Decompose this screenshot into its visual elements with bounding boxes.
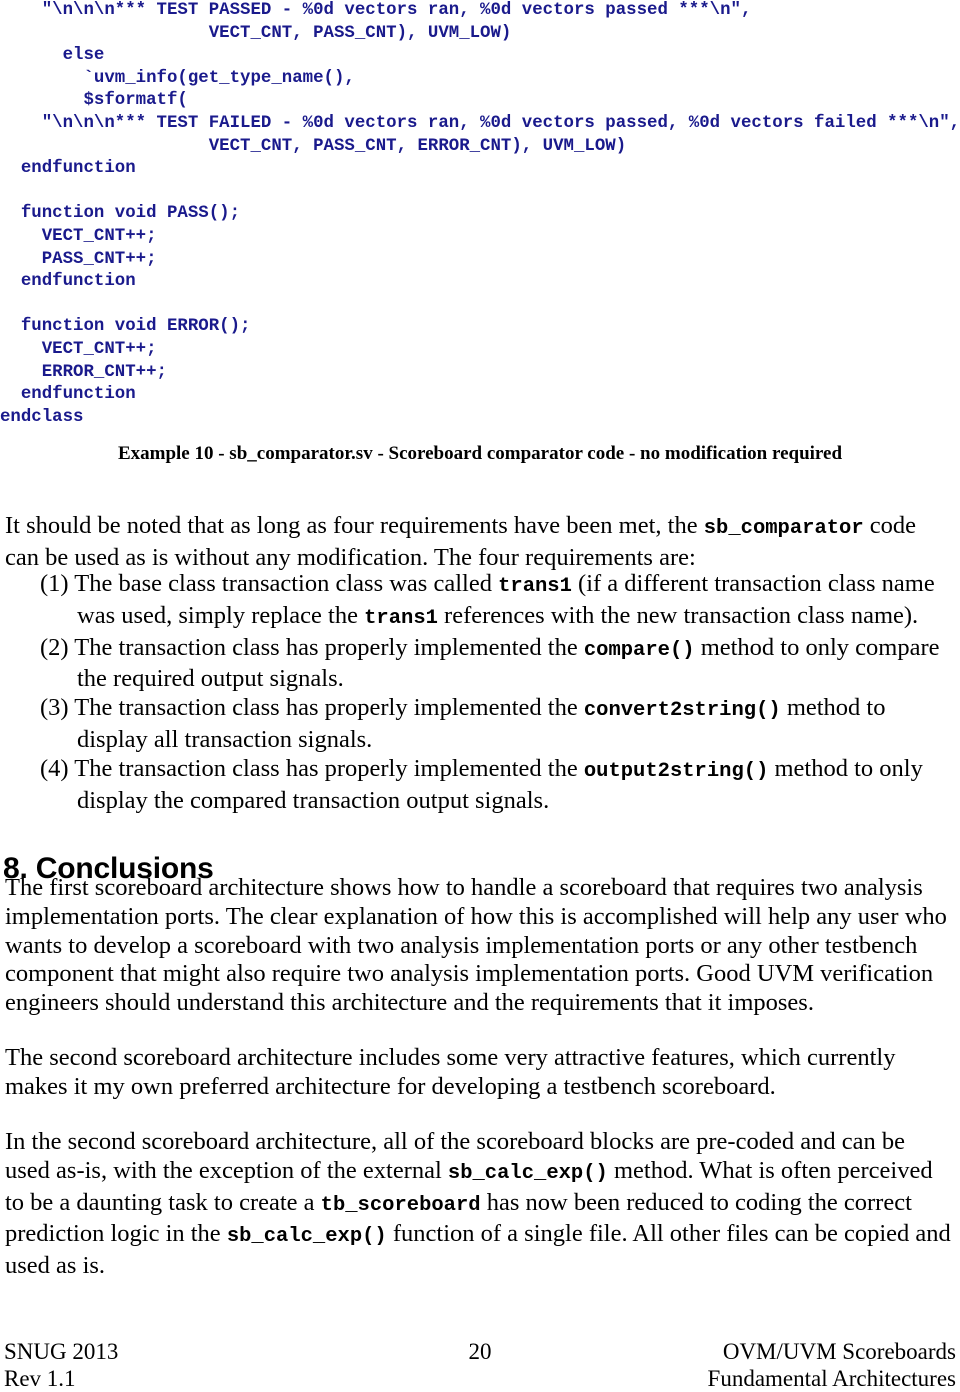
footer-title: OVM/UVM Scoreboards: [722, 1339, 956, 1364]
inline-code-tb-scoreboard: tb_scoreboard: [320, 1193, 481, 1217]
footer-subtitle: Fundamental Architectures: [707, 1366, 956, 1391]
inline-code-trans1-b: trans1: [364, 606, 438, 630]
document-page: "\n\n\n*** TEST PASSED - %0d vectors ran…: [0, 0, 960, 1392]
code-line: VECT_CNT++;: [0, 339, 157, 359]
conclusions-paragraph-1: The first scoreboard architecture shows …: [5, 874, 947, 1017]
requirement-marker-3: (3): [40, 694, 69, 722]
intro-paragraph: It should be noted that as long as four …: [5, 512, 955, 573]
requirement-item-2: (2) The transaction class has properly i…: [40, 634, 955, 695]
inline-code-sb-calc-exp-a: sb_calc_exp(): [447, 1161, 608, 1185]
code-line: endclass: [0, 407, 84, 427]
requirement-marker-1: (1): [40, 570, 69, 597]
code-line: function void ERROR();: [0, 317, 251, 337]
figure-caption: Example 10 - sb_comparator.sv - Scoreboa…: [117, 443, 843, 464]
code-line: else: [0, 46, 105, 66]
inline-code-compare: compare(): [583, 638, 695, 662]
inline-code-convert2string: convert2string(): [583, 699, 781, 723]
footer-right: OVM/UVM Scoreboards Fundamental Architec…: [708, 1338, 956, 1392]
requirement-text-1a: The base class transaction class was cal…: [68, 570, 499, 597]
requirement-item-3: (3) The transaction class has properly i…: [40, 694, 955, 755]
code-line: endfunction: [0, 385, 136, 405]
inline-code-sb-comparator: sb_comparator: [703, 517, 864, 540]
requirement-marker-4: (4): [40, 754, 69, 782]
code-line: ERROR_CNT++;: [0, 362, 167, 382]
inline-code-output2string: output2string(): [583, 759, 769, 783]
code-line: endfunction: [0, 159, 136, 179]
code-line: VECT_CNT, PASS_CNT, ERROR_CNT), UVM_LOW): [0, 136, 627, 156]
code-line: "\n\n\n*** TEST PASSED - %0d vectors ran…: [0, 1, 752, 20]
requirement-text-4a: The transaction class has properly imple…: [68, 754, 584, 782]
code-line: function void PASS();: [0, 204, 241, 224]
conclusions-paragraph-2: The second scoreboard architecture inclu…: [5, 1044, 896, 1100]
footer-revision: Rev 1.1: [4, 1366, 76, 1391]
intro-text-part1: It should be noted that as long as four …: [5, 512, 704, 539]
code-listing: "\n\n\n*** TEST PASSED - %0d vectors ran…: [0, 0, 960, 429]
code-line: VECT_CNT++;: [0, 226, 157, 246]
inline-code-sb-calc-exp-b: sb_calc_exp(): [226, 1225, 387, 1249]
requirement-text-2a: The transaction class has properly imple…: [68, 633, 584, 661]
requirement-text-3a: The transaction class has properly imple…: [68, 694, 584, 722]
code-line: PASS_CNT++;: [0, 249, 157, 269]
code-line: "\n\n\n*** TEST FAILED - %0d vectors ran…: [0, 113, 960, 133]
requirements-list: (1) The base class transaction class was…: [40, 570, 955, 815]
code-line: endfunction: [0, 272, 136, 292]
requirement-text-1c: references with the new transaction clas…: [437, 601, 919, 629]
page-footer: SNUG 2013 Rev 1.1 20 OVM/UVM Scoreboards…: [0, 1338, 960, 1392]
code-line: VECT_CNT, PASS_CNT), UVM_LOW): [0, 23, 512, 43]
requirement-item-4: (4) The transaction class has properly i…: [40, 755, 955, 816]
inline-code-trans1-a: trans1: [498, 575, 572, 598]
conclusions-paragraph-3: In the second scoreboard architecture, a…: [5, 1128, 955, 1281]
code-line: $sformatf(: [0, 91, 188, 111]
code-line: `uvm_info(get_type_name(),: [0, 68, 355, 88]
requirement-item-1: (1) The base class transaction class was…: [40, 570, 955, 634]
requirement-marker-2: (2): [40, 633, 69, 661]
